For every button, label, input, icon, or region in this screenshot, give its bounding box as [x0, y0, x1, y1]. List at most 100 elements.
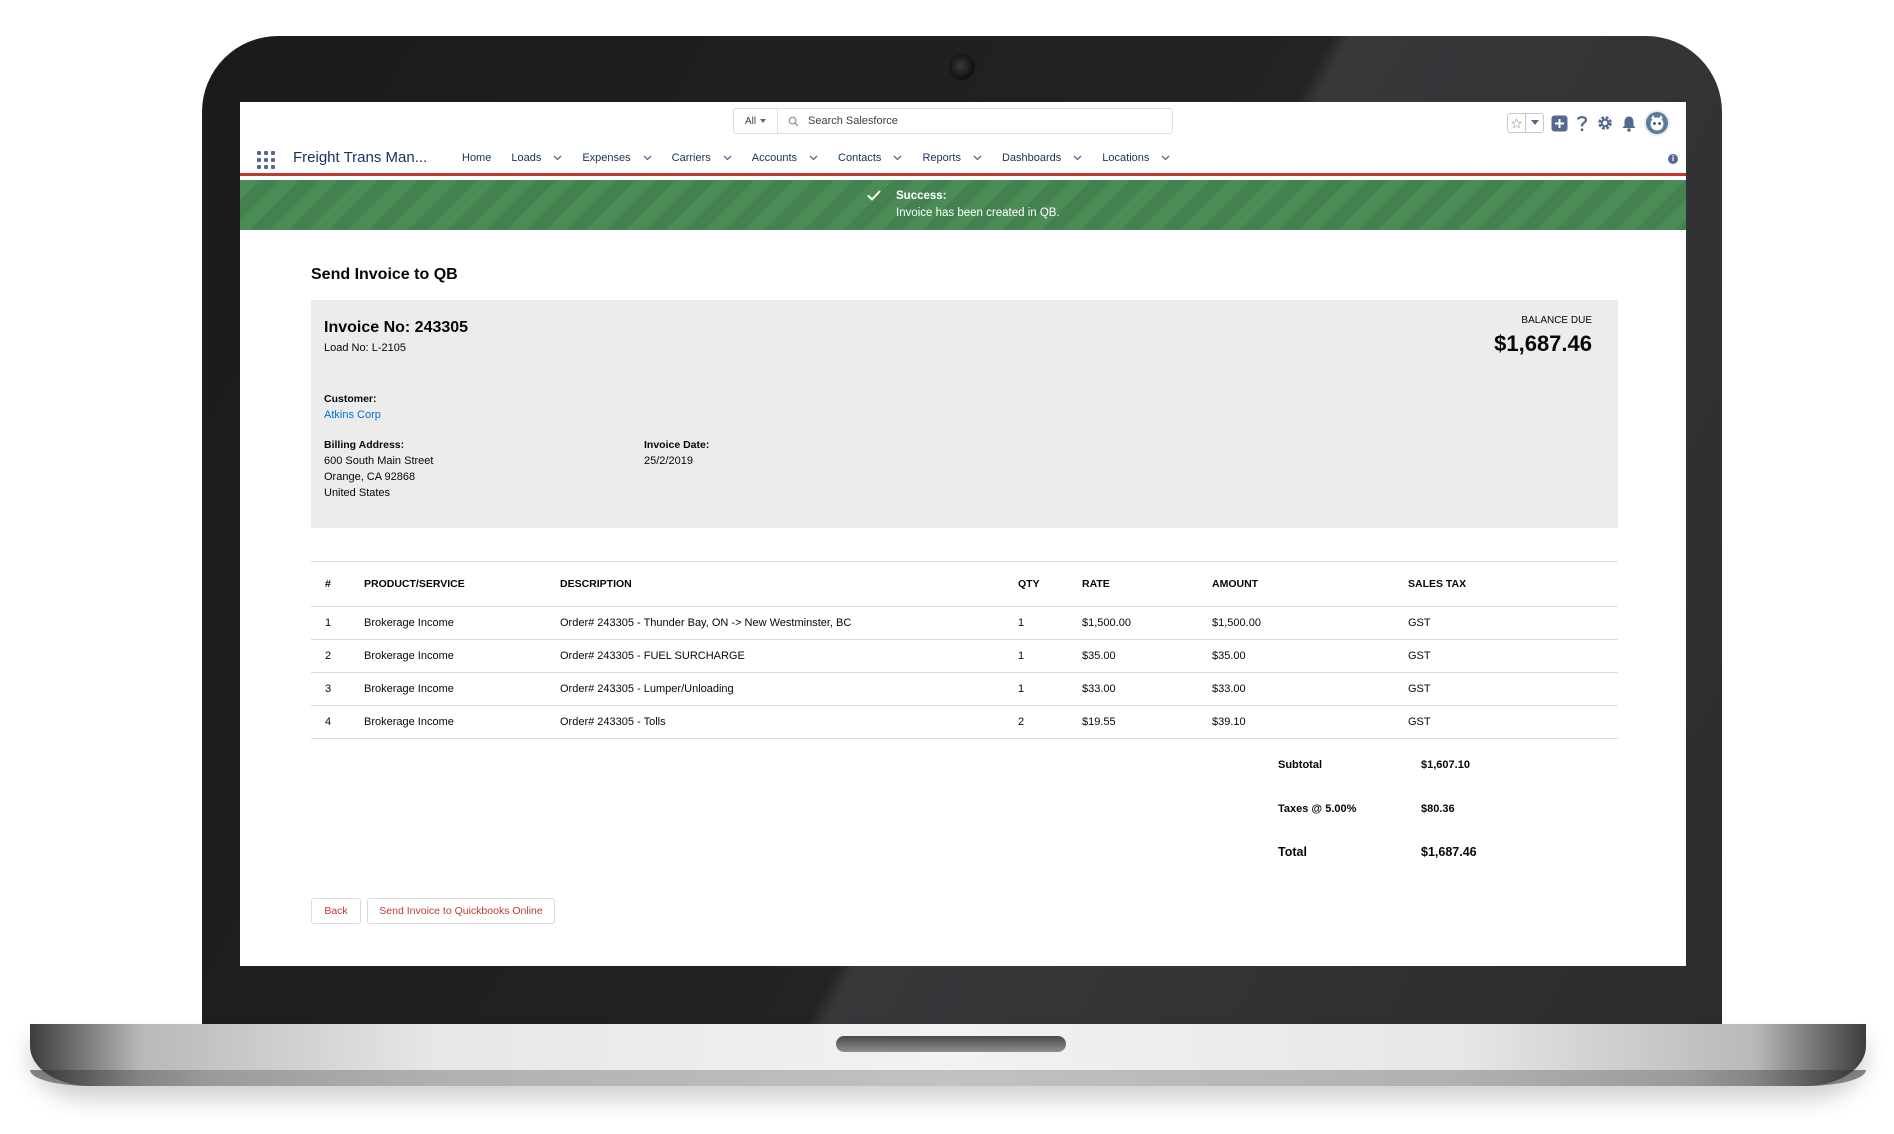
help-icon[interactable]: [1575, 114, 1589, 132]
nav-item-home[interactable]: Home: [462, 152, 491, 164]
table-cell: Order# 243305 - FUEL SURCHARGE: [560, 639, 1018, 673]
column-header: #: [311, 561, 364, 607]
billing-address: 600 South Main Street Orange, CA 92868 U…: [324, 453, 433, 501]
app-name: Freight Trans Man...: [293, 149, 428, 166]
setup-gear-icon[interactable]: [1596, 114, 1614, 132]
laptop-base: [30, 1024, 1866, 1086]
taxes-value: $80.36: [1421, 803, 1455, 815]
notifications-bell-icon[interactable]: [1621, 115, 1637, 132]
nav-item-reports[interactable]: Reports: [922, 152, 982, 164]
invoice-summary-card: Invoice No: 243305 Load No: L-2105 BALAN…: [311, 300, 1618, 528]
column-header: DESCRIPTION: [560, 561, 1018, 607]
table-cell: Order# 243305 - Thunder Bay, ON -> New W…: [560, 606, 1018, 640]
table-cell: $33.00: [1082, 672, 1212, 706]
table-cell: $39.10: [1212, 705, 1408, 739]
subtotal-value: $1,607.10: [1421, 759, 1470, 771]
nav-item-contacts[interactable]: Contacts: [838, 152, 902, 164]
column-header: AMOUNT: [1212, 561, 1408, 607]
table-cell: 1: [1018, 639, 1082, 673]
chevron-down-icon[interactable]: [1073, 152, 1082, 164]
line-items-table: # PRODUCT/SERVICE DESCRIPTION QTY RATE A…: [311, 561, 1618, 739]
table-cell: 4: [311, 705, 364, 739]
table-cell: $19.55: [1082, 705, 1212, 739]
webcam: [949, 54, 975, 80]
column-header: SALES TAX: [1408, 561, 1618, 607]
nav-item-label: Expenses: [582, 151, 631, 164]
table-cell: 2: [1018, 705, 1082, 739]
taxes-label: Taxes @ 5.00%: [1278, 803, 1357, 815]
table-cell: GST: [1408, 606, 1618, 640]
table-row: 2 Brokerage Income Order# 243305 - FUEL …: [311, 639, 1618, 673]
global-header: All Search Salesforce: [240, 102, 1686, 142]
table-cell: GST: [1408, 639, 1618, 673]
send-to-quickbooks-button[interactable]: Send Invoice to Quickbooks Online: [367, 898, 555, 924]
nav-item-locations[interactable]: Locations: [1102, 152, 1170, 164]
info-icon[interactable]: i: [1668, 154, 1678, 164]
table-cell: GST: [1408, 672, 1618, 706]
search-icon: [778, 116, 808, 127]
toast-message: Invoice has been created in QB.: [896, 207, 1060, 219]
user-avatar[interactable]: [1644, 110, 1670, 136]
chevron-down-icon[interactable]: [1161, 152, 1170, 164]
search-scope-select[interactable]: All: [734, 109, 778, 133]
search-scope-label: All: [744, 115, 757, 127]
nav-item-label: Dashboards: [1001, 151, 1062, 164]
total-value: $1,687.46: [1421, 845, 1477, 859]
nav-item-label: Reports: [922, 151, 961, 164]
invoice-date: 25/2/2019: [644, 455, 693, 467]
chevron-down-icon[interactable]: [893, 152, 902, 164]
nav-item-label: Accounts: [751, 151, 798, 164]
nav-item-carriers[interactable]: Carriers: [672, 152, 732, 164]
table-row: 3 Brokerage Income Order# 243305 - Lumpe…: [311, 672, 1618, 706]
app-launcher-icon[interactable]: [257, 151, 275, 169]
column-header: QTY: [1018, 561, 1082, 607]
table-cell: Brokerage Income: [364, 705, 560, 739]
table-cell: 1: [1018, 606, 1082, 640]
nav-item-label: Carriers: [671, 151, 711, 164]
chevron-down-icon[interactable]: [723, 152, 732, 164]
nav-items: Home Loads Expenses Carriers Accounts Co…: [462, 142, 1190, 173]
table-cell: $1,500.00: [1082, 606, 1212, 640]
table-cell: 2: [311, 639, 364, 673]
nav-item-accounts[interactable]: Accounts: [752, 152, 818, 164]
screen: All Search Salesforce Freight Trans Man.…: [240, 102, 1686, 966]
search-input[interactable]: Search Salesforce: [808, 115, 898, 127]
favorites-star-icon[interactable]: [1508, 114, 1525, 132]
table-cell: Brokerage Income: [364, 606, 560, 640]
load-number: Load No: L-2105: [324, 342, 406, 354]
favorites-group[interactable]: [1507, 113, 1544, 133]
chevron-down-icon[interactable]: [643, 152, 652, 164]
nav-item-expenses[interactable]: Expenses: [582, 151, 652, 164]
table-row: 4 Brokerage Income Order# 243305 - Tolls…: [311, 705, 1618, 739]
page-title: Send Invoice to QB: [311, 266, 458, 283]
back-button[interactable]: Back: [311, 898, 361, 924]
table-cell: $35.00: [1082, 639, 1212, 673]
app-nav-bar: Freight Trans Man... Home Loads Expenses…: [240, 142, 1686, 176]
checkmark-icon: [867, 190, 881, 204]
table-row: 1 Brokerage Income Order# 243305 - Thund…: [311, 606, 1618, 640]
column-header: RATE: [1082, 561, 1212, 607]
customer-link[interactable]: Atkins Corp: [324, 407, 381, 423]
toast-title: Success:: [896, 190, 947, 202]
table-cell: $1,500.00: [1212, 606, 1408, 640]
balance-due-value: $1,687.46: [1494, 331, 1592, 356]
total-label: Total: [1278, 845, 1307, 859]
table-cell: 1: [311, 606, 364, 640]
global-search[interactable]: All Search Salesforce: [733, 108, 1173, 134]
billing-address-line: 600 South Main Street: [324, 455, 434, 467]
billing-address-line: Orange, CA 92868: [324, 471, 416, 483]
chevron-down-icon[interactable]: [553, 152, 562, 164]
nav-item-loads[interactable]: Loads: [511, 152, 562, 164]
global-actions-icon[interactable]: [1551, 115, 1568, 132]
nav-item-label: Contacts: [838, 151, 882, 164]
nav-item-dashboards[interactable]: Dashboards: [1002, 152, 1082, 164]
chevron-down-icon[interactable]: [973, 152, 982, 164]
laptop-notch: [836, 1036, 1066, 1052]
subtotal-label: Subtotal: [1278, 759, 1322, 771]
caret-down-icon: [760, 119, 767, 123]
chevron-down-icon[interactable]: [809, 152, 818, 164]
table-cell: 3: [311, 672, 364, 706]
table-cell: Order# 243305 - Lumper/Unloading: [560, 672, 1018, 706]
table-cell: Brokerage Income: [364, 672, 560, 706]
favorites-dropdown-icon[interactable]: [1525, 114, 1543, 132]
